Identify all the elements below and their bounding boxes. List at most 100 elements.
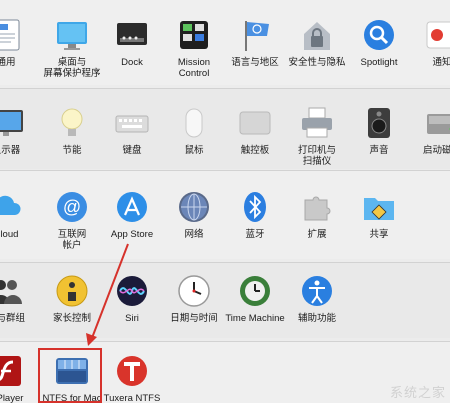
pref-label-line: Spotlight xyxy=(360,57,398,68)
pref-label: 打印机与 扫描仪 xyxy=(285,145,349,167)
pref-label-line: 安全性与隐私 xyxy=(288,57,346,68)
pref-label-line: 显示器 xyxy=(0,145,21,156)
pref-label-line: Mission xyxy=(177,57,211,68)
pref-tuxera-ntfs[interactable]: Tuxera NTFS xyxy=(100,352,164,403)
pref-dock[interactable]: Dock xyxy=(100,16,164,68)
pref-label: 显示器 xyxy=(0,145,38,156)
clock-icon xyxy=(175,272,213,310)
siri-icon xyxy=(113,272,151,310)
watermark-text: 系统之家 xyxy=(389,385,446,400)
pref-label: 互联网 帐户 xyxy=(40,229,104,251)
pref-label-line: Cloud xyxy=(0,229,19,240)
pref-bluetooth[interactable]: 蓝牙 xyxy=(223,188,287,240)
pref-label: 户与群组 xyxy=(0,313,38,324)
pref-label: Time Machine xyxy=(223,313,287,324)
pref-time-machine[interactable]: Time Machine xyxy=(223,272,287,324)
pref-label-line: 互联网 xyxy=(57,229,87,240)
svg-text:@: @ xyxy=(63,197,81,217)
pref-label: 通知 xyxy=(410,57,450,68)
pref-extensions[interactable]: 扩展 xyxy=(285,188,349,240)
pref-label: h Player xyxy=(0,393,38,403)
pref-label: App Store xyxy=(100,229,164,240)
pref-mission-control[interactable]: Mission Control xyxy=(162,16,226,79)
pref-label-line: 启动磁盘 xyxy=(422,145,450,156)
pref-label-line: 鼠标 xyxy=(184,145,204,156)
puzzle-icon xyxy=(298,188,336,226)
pref-mouse[interactable]: 鼠标 xyxy=(162,104,226,156)
tuxera-icon xyxy=(113,352,151,390)
pref-label-line: 触控板 xyxy=(240,145,270,156)
pref-label-line: h Player xyxy=(0,393,24,403)
keyboard-icon xyxy=(113,104,151,142)
pref-desktop-screensaver[interactable]: 桌面与 屏幕保护程序 xyxy=(40,16,104,79)
flash-icon xyxy=(0,352,25,390)
pref-label: Mission Control xyxy=(162,57,226,79)
pref-label-line: Dock xyxy=(121,57,143,68)
pref-label: 通用 xyxy=(0,57,38,68)
pref-flash-player-partial[interactable]: h Player xyxy=(0,352,38,403)
pref-label-line: 键盘 xyxy=(122,145,142,156)
flag-icon xyxy=(236,16,274,54)
pref-users-groups-partial[interactable]: 户与群组 xyxy=(0,272,38,324)
pref-keyboard[interactable]: 键盘 xyxy=(100,104,164,156)
pref-label-line: 节能 xyxy=(62,145,82,156)
pref-sound[interactable]: 声音 xyxy=(347,104,411,156)
parental-icon xyxy=(53,272,91,310)
pref-parental-controls[interactable]: 家长控制 xyxy=(40,272,104,324)
pref-label-line: 声音 xyxy=(369,145,389,156)
pref-security-privacy[interactable]: 安全性与隐私 xyxy=(285,16,349,68)
mission-control-icon xyxy=(175,16,213,54)
mouse-icon xyxy=(175,104,213,142)
trackpad-icon xyxy=(236,104,274,142)
pref-icloud-partial[interactable]: Cloud xyxy=(0,188,38,240)
pref-label: 语言与地区 xyxy=(223,57,287,68)
globe-icon xyxy=(175,188,213,226)
pref-label-line-2: 帐户 xyxy=(62,240,82,251)
time-machine-icon xyxy=(236,272,274,310)
pref-label: 网络 xyxy=(162,229,226,240)
pref-label-line: Time Machine xyxy=(225,313,285,324)
pref-spotlight[interactable]: Spotlight xyxy=(347,16,411,68)
pref-label: 扩展 xyxy=(285,229,349,240)
lightbulb-icon xyxy=(53,104,91,142)
pref-displays-partial[interactable]: 显示器 xyxy=(0,104,38,156)
pref-accessibility[interactable]: 辅助功能 xyxy=(285,272,349,324)
pref-label-line: 语言与地区 xyxy=(231,57,279,68)
bluetooth-icon xyxy=(236,188,274,226)
pref-app-store[interactable]: App Store xyxy=(100,188,164,240)
pref-label-line: 辅助功能 xyxy=(297,313,336,324)
system-preferences-window: 通用 桌面与 屏幕保护程序 Dock Mission Control 语言与地区 安全性与隐私… xyxy=(0,0,450,403)
pref-siri[interactable]: Siri xyxy=(100,272,164,324)
pref-printers-scanners[interactable]: 打印机与 扫描仪 xyxy=(285,104,349,167)
pref-label-line: 户与群组 xyxy=(0,313,25,324)
pref-language-region[interactable]: 语言与地区 xyxy=(223,16,287,68)
pref-label-line: 扩展 xyxy=(307,229,327,240)
printer-icon xyxy=(298,104,336,142)
pref-label: 安全性与隐私 xyxy=(285,57,349,68)
pref-label: Siri xyxy=(100,313,164,324)
pref-startup-disk-partial[interactable]: 启动磁盘 xyxy=(410,104,450,156)
pref-label: 辅助功能 xyxy=(285,313,349,324)
pref-energy-saver[interactable]: 节能 xyxy=(40,104,104,156)
app-store-icon xyxy=(113,188,151,226)
pref-sharing[interactable]: 共享 xyxy=(347,188,411,240)
pref-label-line-2: 屏幕保护程序 xyxy=(43,68,101,79)
pref-label: 节能 xyxy=(40,145,104,156)
pref-date-time[interactable]: 日期与时间 xyxy=(162,272,226,324)
speaker-icon xyxy=(360,104,398,142)
pref-trackpad[interactable]: 触控板 xyxy=(223,104,287,156)
pref-notifications-partial[interactable]: 通知 xyxy=(410,16,450,68)
pref-general-partial[interactable]: 通用 xyxy=(0,16,38,68)
disk-icon xyxy=(423,104,450,142)
pref-label-line: 桌面与 xyxy=(57,57,87,68)
cloud-icon xyxy=(0,188,25,226)
dock-icon xyxy=(113,16,151,54)
folder-sharing-icon xyxy=(360,188,398,226)
pref-label: Dock xyxy=(100,57,164,68)
pref-label-line-2: Control xyxy=(178,68,210,79)
pref-network[interactable]: 网络 xyxy=(162,188,226,240)
pref-label: Cloud xyxy=(0,229,38,240)
pref-internet-accounts[interactable]: @ 互联网 帐户 xyxy=(40,188,104,251)
accessibility-icon xyxy=(298,272,336,310)
notifications-icon xyxy=(423,16,450,54)
